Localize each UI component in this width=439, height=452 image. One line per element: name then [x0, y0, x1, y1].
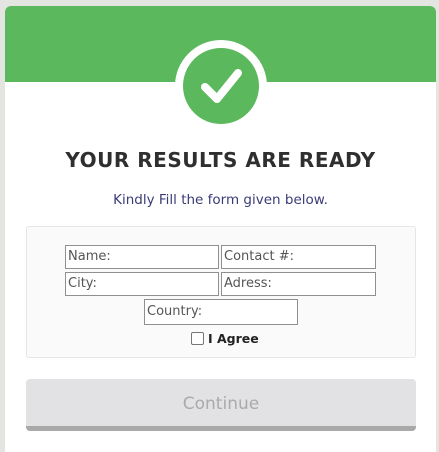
continue-button[interactable]: Continue — [26, 379, 416, 431]
agree-label: I Agree — [208, 330, 259, 346]
agree-row[interactable]: I Agree — [191, 330, 259, 346]
contact-input[interactable]: Contact #: — [221, 245, 376, 269]
lead-form: Name: Contact #: City: Adress: Country: … — [26, 226, 416, 358]
name-input[interactable]: Name: — [65, 245, 219, 269]
adress-input[interactable]: Adress: — [221, 272, 376, 296]
modal-title: YOUR RESULTS ARE READY — [65, 148, 376, 172]
country-input[interactable]: Country: — [144, 299, 298, 325]
modal-subtitle: Kindly Fill the form given below. — [113, 192, 328, 208]
success-badge — [175, 40, 267, 132]
results-modal: YOUR RESULTS ARE READY Kindly Fill the f… — [5, 6, 436, 452]
agree-checkbox[interactable] — [191, 331, 204, 345]
checkmark-icon — [183, 48, 259, 124]
city-input[interactable]: City: — [65, 272, 219, 296]
